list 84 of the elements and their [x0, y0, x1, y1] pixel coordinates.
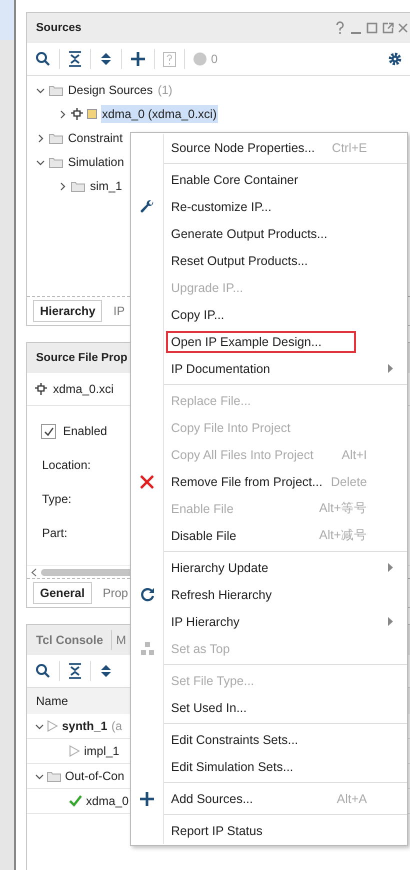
search-icon[interactable] [35, 663, 51, 679]
menu-item[interactable]: Re-customize IP... [171, 200, 272, 214]
tree-item[interactable]: Simulation [67, 153, 126, 171]
panel-tab[interactable]: General [33, 582, 92, 604]
collapse-all-icon[interactable] [68, 51, 82, 67]
help-icon[interactable] [334, 21, 346, 35]
tree-item[interactable]: Design Sources [67, 81, 154, 99]
selected-strip [0, 0, 14, 40]
panel-tab[interactable]: Prop [96, 582, 136, 604]
shortcut-label: Delete [330, 474, 367, 488]
menu-item[interactable]: Reset Output Products... [171, 254, 308, 268]
panel-title: Sources [36, 22, 82, 34]
hierarchy-icon [140, 642, 154, 655]
status-count: 0 [211, 52, 218, 66]
float-icon[interactable] [382, 21, 394, 35]
menu-item[interactable]: IP Documentation [171, 362, 270, 376]
menu-item[interactable]: Hierarchy Update [171, 560, 268, 574]
menu-item[interactable]: Enable Core Container [171, 172, 298, 186]
chevron-down-icon[interactable] [36, 158, 45, 166]
panel-tab[interactable]: Hierarchy [33, 300, 102, 322]
field-label: Part: [41, 525, 68, 542]
menu-item[interactable]: Disable File [171, 528, 236, 542]
menu-item[interactable]: Set Used In... [171, 700, 247, 714]
expand-all-icon[interactable] [99, 51, 113, 67]
panel-title: Source File Prop [36, 352, 128, 364]
run-name: xdma_0 [85, 793, 130, 810]
chevron-right-icon[interactable] [58, 110, 67, 118]
checkbox-label: Enabled [62, 423, 108, 440]
play-icon [47, 720, 58, 732]
shortcut-label: Alt+减号 [319, 527, 367, 544]
chevron-right-icon[interactable] [58, 182, 67, 190]
status-dot-icon [193, 52, 207, 66]
menu-item[interactable]: Copy IP... [171, 308, 224, 322]
folder-icon [47, 770, 61, 782]
collapse-all-icon[interactable] [68, 663, 82, 679]
plus-icon[interactable] [139, 790, 155, 806]
menu-item[interactable]: Refresh Hierarchy [171, 588, 272, 602]
wrench-icon [140, 199, 154, 214]
menu-item[interactable]: Source Node Properties... [171, 140, 315, 154]
menu-item[interactable]: Report IP Status [171, 824, 262, 838]
menu-item[interactable]: Generate Output Products... [171, 226, 328, 240]
shortcut-label: Alt+I [342, 448, 367, 462]
field-label: Type: [41, 491, 72, 508]
chip-icon [35, 383, 47, 395]
panel-tab[interactable]: M [112, 630, 128, 650]
settings-icon[interactable] [388, 52, 402, 66]
maximize-icon[interactable] [366, 21, 378, 35]
add-icon[interactable] [130, 51, 146, 67]
play-icon [69, 745, 80, 757]
menu-item[interactable]: Remove File from Project... [171, 474, 322, 488]
panel-tab[interactable]: Tcl Console [27, 630, 112, 650]
ip-icon [87, 109, 97, 119]
panel-tab[interactable]: IP [106, 300, 132, 322]
field-label: Location: [41, 457, 92, 474]
chevron-down-icon[interactable] [35, 772, 44, 780]
chevron-down-icon[interactable] [36, 86, 45, 94]
file-name: xdma_0.xci [52, 381, 115, 398]
shortcut-label: Alt+等号 [319, 500, 367, 517]
tree-item[interactable]: sim_1 [89, 177, 124, 195]
refresh-icon [140, 587, 154, 602]
checkbox[interactable] [41, 424, 56, 438]
shortcut-label: Alt+A [336, 792, 367, 806]
column-header: Name [36, 694, 68, 708]
close-icon [140, 474, 154, 488]
run-name: impl_1 [83, 743, 120, 760]
scroll-left-icon[interactable] [31, 568, 37, 576]
chevron-down-icon[interactable] [35, 722, 44, 730]
run-name: synth_1 [61, 718, 108, 735]
menu-item[interactable]: Edit Constraints Sets... [171, 732, 298, 746]
run-name: Out-of-Con [64, 768, 126, 785]
close-icon[interactable] [398, 21, 408, 35]
run-note: (a [111, 719, 122, 733]
menu-item[interactable]: Add Sources... [171, 792, 253, 806]
check-icon [69, 795, 82, 807]
menu-item[interactable]: Edit Simulation Sets... [171, 760, 294, 774]
expand-all-icon[interactable] [99, 663, 113, 679]
item-count: (1) [158, 83, 172, 97]
tree-item[interactable]: Constraint [67, 129, 124, 147]
tree-item[interactable]: xdma_0 (xdma_0.xci) [101, 105, 218, 123]
shortcut-label: Ctrl+E [332, 140, 367, 154]
menu-item[interactable]: IP Hierarchy [171, 614, 240, 628]
chevron-right-icon[interactable] [36, 134, 45, 142]
search-icon[interactable] [35, 51, 51, 67]
menu-item[interactable]: Open IP Example Design... [166, 330, 356, 352]
